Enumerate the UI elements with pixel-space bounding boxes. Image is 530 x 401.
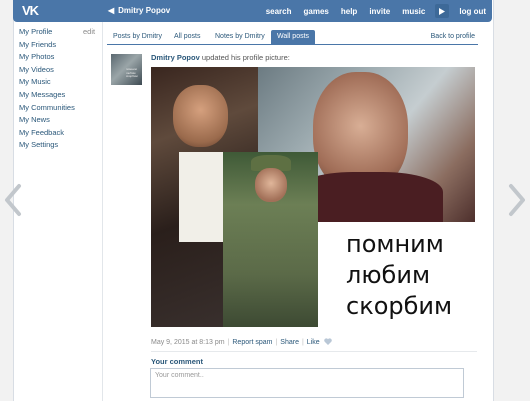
sidebar-item-my-communities[interactable]: My Communities <box>19 102 99 115</box>
tab-all-posts[interactable]: All posts <box>168 30 206 44</box>
divider <box>151 351 477 352</box>
edit-profile-link[interactable]: edit <box>83 26 95 39</box>
back-link-label: Dmitry Popov <box>118 6 171 15</box>
back-to-profile-tab-link[interactable]: Back to profile <box>431 30 475 44</box>
next-photo-arrow[interactable] <box>507 183 527 217</box>
post-header: Dmitry Popov updated his profile picture… <box>151 53 290 62</box>
post-action-text: updated his profile picture: <box>201 53 290 62</box>
photo-soldier-portrait <box>223 152 318 327</box>
sidebar-item-my-videos[interactable]: My Videos <box>19 64 99 77</box>
photo-caption: помним любим скорбим <box>346 229 471 322</box>
post-meta: May 9, 2015 at 8:13 pm | Report spam | Share… <box>151 338 332 347</box>
sidebar-item-my-feedback[interactable]: My Feedback <box>19 127 99 140</box>
tab-notes-by-dmitry[interactable]: Notes by Dmitry <box>209 30 271 44</box>
report-spam-link[interactable]: Report spam <box>232 339 272 346</box>
post-date[interactable]: May 9, 2015 at 8:13 pm <box>151 339 225 346</box>
top-bar: VK ◀ Dmitry Popov search games help invit… <box>13 0 492 22</box>
caption-line: скорбим <box>346 292 453 320</box>
share-link[interactable]: Share <box>280 339 299 346</box>
nav-search[interactable]: search <box>260 7 298 16</box>
tab-posts-by-dmitry[interactable]: Posts by Dmitry <box>107 30 168 44</box>
back-to-profile-link[interactable]: ◀ Dmitry Popov <box>108 0 170 22</box>
author-avatar[interactable]: помним любим скорбим <box>111 54 142 85</box>
nav-invite[interactable]: invite <box>363 7 396 16</box>
avatar-caption: помним любим скорбим <box>126 67 138 78</box>
nav-log-out[interactable]: log out <box>453 7 492 16</box>
vk-logo-icon[interactable]: VK <box>22 4 44 18</box>
sidebar: My Profile edit My Friends My Photos My … <box>19 26 99 152</box>
sidebar-item-my-news[interactable]: My News <box>19 114 99 127</box>
comment-label: Your comment <box>151 357 203 366</box>
sidebar-item-my-settings[interactable]: My Settings <box>19 139 99 152</box>
sidebar-item-my-music[interactable]: My Music <box>19 76 99 89</box>
caption-line: помним <box>346 230 444 258</box>
sidebar-item-my-photos[interactable]: My Photos <box>19 51 99 64</box>
post-author-link[interactable]: Dmitry Popov <box>151 53 200 62</box>
chevron-left-icon: ◀ <box>108 6 115 15</box>
sidebar-divider <box>102 22 103 401</box>
sidebar-item-my-messages[interactable]: My Messages <box>19 89 99 102</box>
like-link[interactable]: Like <box>307 339 320 346</box>
tab-wall-posts[interactable]: Wall posts <box>271 30 316 44</box>
caption-line: любим <box>346 261 431 289</box>
nav-help[interactable]: help <box>335 7 363 16</box>
comment-input[interactable] <box>150 368 464 398</box>
previous-photo-arrow[interactable] <box>3 183 23 217</box>
chevron-right-icon <box>509 184 525 216</box>
wall-tabs: Posts by Dmitry All posts Notes by Dmitr… <box>107 30 478 45</box>
profile-photo[interactable]: помним любим скорбим <box>151 67 475 327</box>
play-icon[interactable] <box>435 4 450 18</box>
heart-icon[interactable] <box>323 338 332 347</box>
chevron-left-icon <box>5 184 21 216</box>
nav-music[interactable]: music <box>396 7 431 16</box>
top-nav: search games help invite music log out <box>260 0 492 22</box>
nav-games[interactable]: games <box>298 7 335 16</box>
sidebar-item-my-friends[interactable]: My Friends <box>19 39 99 52</box>
